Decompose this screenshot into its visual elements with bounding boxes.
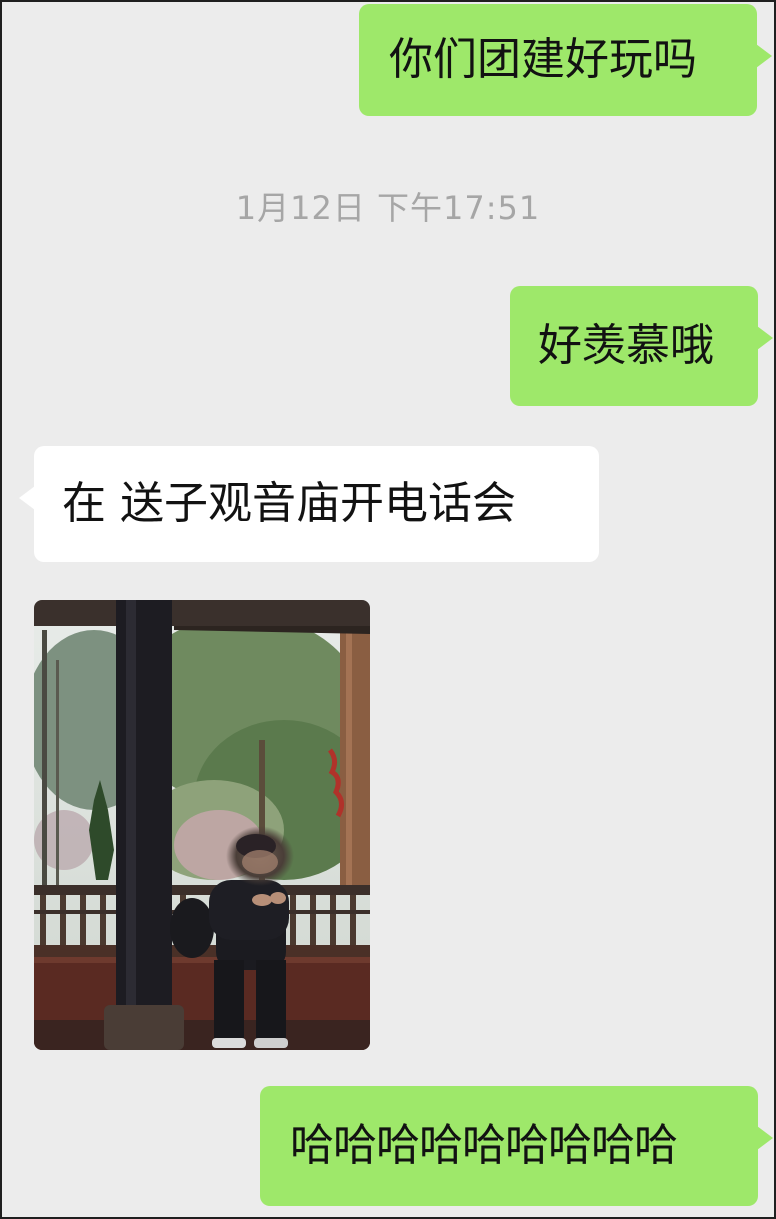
- message-timestamp: 1月12日 下午17:51: [235, 189, 541, 227]
- incoming-message-bubble[interactable]: 在 送子观音庙开电话会: [19, 446, 599, 562]
- message-text: 在 送子观音庙开电话会: [62, 478, 516, 529]
- image-message[interactable]: [34, 600, 370, 1050]
- message-text: 好羡慕哦: [538, 320, 714, 371]
- outgoing-message-bubble[interactable]: 你们团建好玩吗: [359, 4, 772, 116]
- chat-window: 你们团建好玩吗 1月12日 下午17:51 好羡慕哦 在 送子观音庙开电话会 哈…: [0, 0, 776, 1219]
- outgoing-message-bubble[interactable]: 好羡慕哦: [510, 286, 773, 406]
- outgoing-message-bubble[interactable]: 哈哈哈哈哈哈哈哈哈: [260, 1086, 773, 1206]
- photo-thumbnail: [34, 600, 370, 1050]
- message-text: 哈哈哈哈哈哈哈哈哈: [290, 1120, 678, 1171]
- message-text: 你们团建好玩吗: [389, 34, 697, 85]
